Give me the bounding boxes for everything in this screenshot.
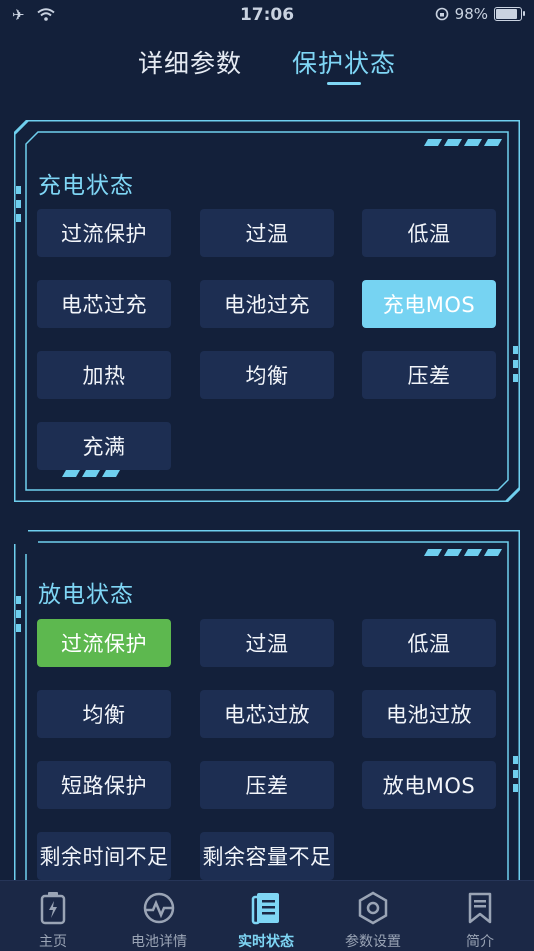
discharge-chip-short-circuit[interactable]: 短路保护 xyxy=(37,761,171,809)
document-list-icon xyxy=(251,893,279,925)
active-tab-indicator xyxy=(327,82,361,85)
discharge-chip-cell-overdischarge[interactable]: 电芯过放 xyxy=(200,690,334,738)
charge-chip-voltage-diff[interactable]: 压差 xyxy=(362,351,496,399)
discharge-chip-discharge-mos[interactable]: 放电MOS xyxy=(362,761,496,809)
discharge-chip-overcurrent[interactable]: 过流保护 xyxy=(37,619,171,667)
battery-icon xyxy=(494,7,525,21)
nav-home-label: 主页 xyxy=(39,934,67,950)
discharge-status-panel: 放电状态 过流保护 过温 低温 均衡 电芯过放 电池过放 短路保护 压差 放电M… xyxy=(14,530,520,930)
discharge-chip-lowtemp[interactable]: 低温 xyxy=(362,619,496,667)
bookmark-icon xyxy=(468,892,492,924)
charge-panel-title: 充电状态 xyxy=(38,173,134,199)
discharge-chip-low-remaining-capacity[interactable]: 剩余容量不足 xyxy=(200,832,334,880)
charge-chip-balance[interactable]: 均衡 xyxy=(200,351,334,399)
charge-status-panel: 充电状态 过流保护 过温 低温 电芯过充 电池过充 充电MOS 加热 均衡 压差… xyxy=(14,120,520,502)
bottom-nav: 主页 电池详情 实时状态 参数设置 简介 xyxy=(0,880,534,951)
charge-chip-charge-mos[interactable]: 充电MOS xyxy=(362,280,496,328)
discharge-chip-battery-overdischarge[interactable]: 电池过放 xyxy=(362,690,496,738)
charge-chip-battery-overcharge[interactable]: 电池过充 xyxy=(200,280,334,328)
discharge-chip-balance[interactable]: 均衡 xyxy=(37,690,171,738)
pulse-gauge-icon xyxy=(143,892,175,924)
discharge-chip-voltage-diff[interactable]: 压差 xyxy=(200,761,334,809)
nav-battery-details-label: 电池详情 xyxy=(131,934,187,950)
nav-battery-details[interactable]: 电池详情 xyxy=(106,881,212,951)
nav-param-settings[interactable]: 参数设置 xyxy=(320,881,426,951)
charge-chip-full[interactable]: 充满 xyxy=(37,422,171,470)
nav-realtime-status[interactable]: 实时状态 xyxy=(213,881,319,951)
nav-intro-label: 简介 xyxy=(466,934,494,950)
charge-chip-overcurrent[interactable]: 过流保护 xyxy=(37,209,171,257)
nav-param-settings-label: 参数设置 xyxy=(345,934,401,950)
status-bar: ✈ 17:06 98% xyxy=(0,0,534,30)
tab-protection-status[interactable]: 保护状态 xyxy=(292,44,396,80)
battery-icon xyxy=(40,892,66,925)
status-right: 98% xyxy=(435,5,525,23)
charge-chip-cell-overcharge[interactable]: 电芯过充 xyxy=(37,280,171,328)
charge-chip-lowtemp[interactable]: 低温 xyxy=(362,209,496,257)
hex-settings-icon xyxy=(358,891,388,925)
discharge-chip-low-remaining-time[interactable]: 剩余时间不足 xyxy=(37,832,171,880)
orientation-lock-icon xyxy=(435,7,448,21)
battery-percent: 98% xyxy=(454,5,488,23)
nav-home[interactable]: 主页 xyxy=(0,881,106,951)
tab-detail-params[interactable]: 详细参数 xyxy=(138,44,242,80)
nav-intro[interactable]: 简介 xyxy=(427,881,533,951)
charge-chip-heating[interactable]: 加热 xyxy=(37,351,171,399)
top-tabs: 详细参数 保护状态 xyxy=(0,44,534,88)
discharge-chip-overtemp[interactable]: 过温 xyxy=(200,619,334,667)
charge-chip-overtemp[interactable]: 过温 xyxy=(200,209,334,257)
discharge-panel-title: 放电状态 xyxy=(38,582,134,608)
nav-realtime-status-label: 实时状态 xyxy=(238,934,294,950)
